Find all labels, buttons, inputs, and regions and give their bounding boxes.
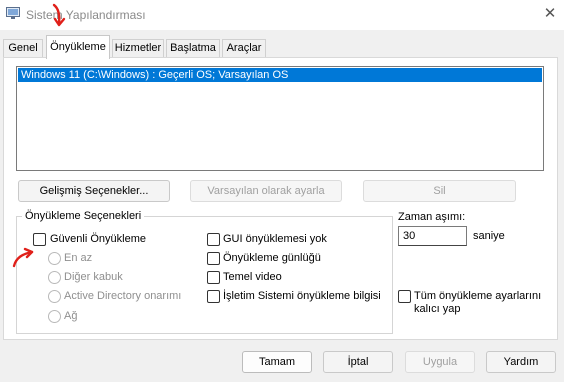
window-title: Sistem Yapılandırması xyxy=(26,8,146,22)
timeout-input[interactable]: 30 xyxy=(398,226,467,246)
make-permanent-checkbox[interactable] xyxy=(398,290,411,303)
safe-boot-label: Güvenli Önyükleme xyxy=(50,233,146,245)
system-config-icon xyxy=(6,7,20,19)
radio-network[interactable] xyxy=(48,310,61,323)
base-video-label: Temel video xyxy=(223,271,282,283)
safe-boot-checkbox[interactable] xyxy=(33,233,46,246)
advanced-options-button[interactable]: Gelişmiş Seçenekler... xyxy=(18,180,170,202)
os-boot-info-label: İşletim Sistemi önyükleme bilgisi xyxy=(223,290,381,302)
set-default-button[interactable]: Varsayılan olarak ayarla xyxy=(190,180,342,202)
radio-network-label: Ağ xyxy=(64,310,78,322)
radio-minimal[interactable] xyxy=(48,252,61,265)
tab-tools[interactable]: Araçlar xyxy=(222,39,266,58)
tab-boot[interactable]: Önyükleme xyxy=(46,35,110,59)
make-permanent-label-line2: kalıcı yap xyxy=(414,303,461,315)
delete-button[interactable]: Sil xyxy=(363,180,516,202)
os-boot-info-checkbox[interactable] xyxy=(207,290,220,303)
ok-button[interactable]: Tamam xyxy=(242,351,312,373)
cancel-button[interactable]: İptal xyxy=(323,351,393,373)
boot-log-checkbox[interactable] xyxy=(207,252,220,265)
apply-button[interactable]: Uygula xyxy=(405,351,475,373)
radio-ad-repair[interactable] xyxy=(48,290,61,303)
list-item[interactable]: Windows 11 (C:\Windows) : Geçerli OS; Va… xyxy=(18,68,542,82)
timeout-label: Zaman aşımı: xyxy=(398,211,466,223)
radio-minimal-label: En az xyxy=(64,252,93,264)
radio-ad-repair-label: Active Directory onarımı xyxy=(64,290,182,302)
base-video-checkbox[interactable] xyxy=(207,271,220,284)
tab-startup[interactable]: Başlatma xyxy=(166,39,220,58)
boot-log-label: Önyükleme günlüğü xyxy=(223,252,321,264)
make-permanent-label-line1: Tüm önyükleme ayarlarını xyxy=(414,290,542,302)
no-gui-boot-label: GUI önyüklemesi yok xyxy=(223,233,327,245)
radio-alternate-shell[interactable] xyxy=(48,271,61,284)
tab-services[interactable]: Hizmetler xyxy=(112,39,164,58)
help-button[interactable]: Yardım xyxy=(486,351,556,373)
annotation-arrow-icon xyxy=(12,247,34,268)
annotation-arrow-icon xyxy=(52,3,66,27)
radio-alternate-shell-label: Diğer kabuk xyxy=(64,271,123,283)
tab-general[interactable]: Genel xyxy=(3,39,43,58)
timeout-unit: saniye xyxy=(473,230,505,242)
close-icon[interactable]: ✕ xyxy=(538,4,562,24)
no-gui-boot-checkbox[interactable] xyxy=(207,233,220,246)
boot-options-label: Önyükleme Seçenekleri xyxy=(22,210,145,222)
